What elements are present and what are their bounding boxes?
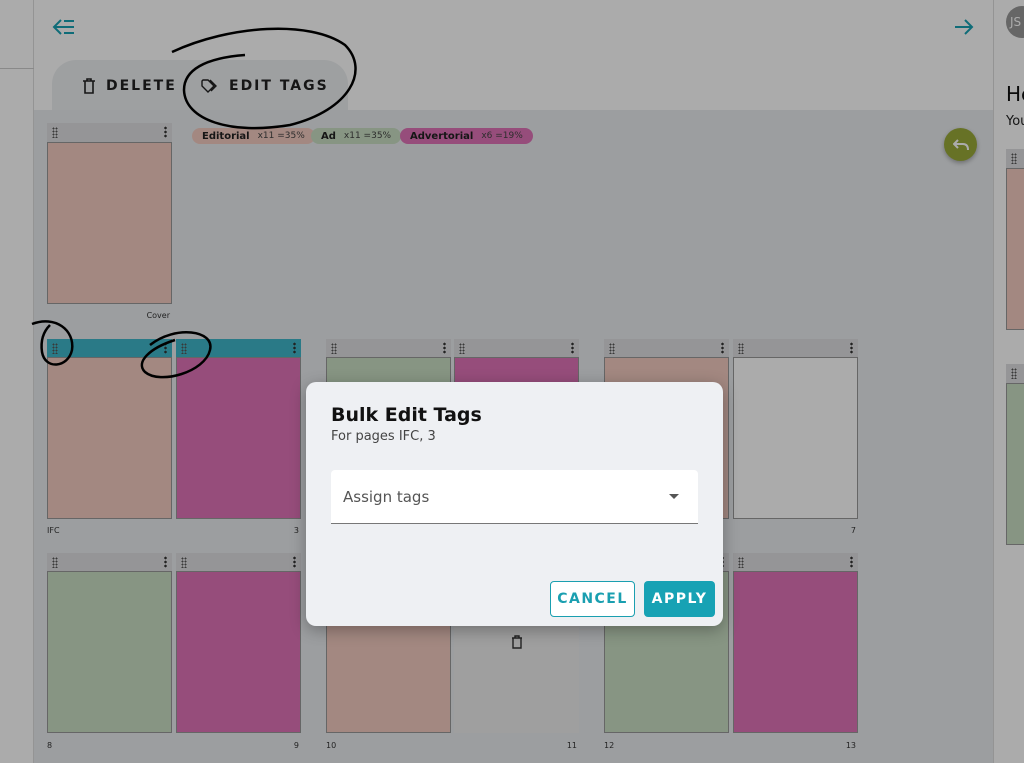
dropdown-caret-icon <box>669 494 679 499</box>
dialog-title: Bulk Edit Tags <box>331 404 482 426</box>
apply-button[interactable]: APPLY <box>644 581 715 617</box>
dialog-subtitle: For pages IFC, 3 <box>331 429 436 444</box>
bulk-edit-tags-dialog: Bulk Edit Tags For pages IFC, 3 Assign t… <box>306 382 723 626</box>
cancel-button[interactable]: CANCEL <box>550 581 635 617</box>
assign-tags-select[interactable]: Assign tags <box>331 470 698 524</box>
